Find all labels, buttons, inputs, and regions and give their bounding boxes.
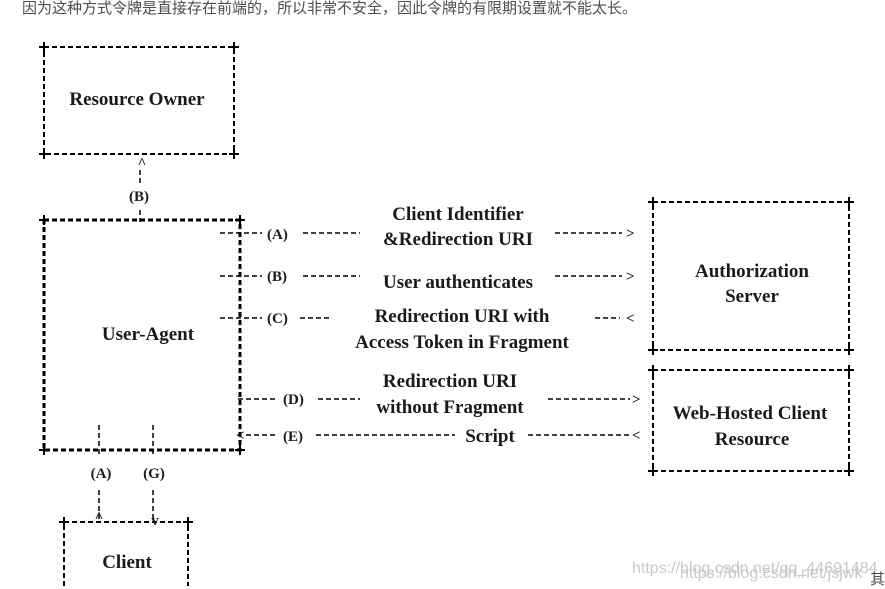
flow-a: (A) Client Identifier &Redirection URI > bbox=[220, 204, 635, 250]
svg-text:Redirection URI: Redirection URI bbox=[383, 371, 517, 392]
svg-text:Access Token in Fragment: Access Token in Fragment bbox=[355, 332, 569, 353]
flow-e: < (E) Script < bbox=[236, 426, 641, 447]
watermark-2: https://blog.csdn.net/jsjwk bbox=[680, 565, 863, 582]
svg-text:>: > bbox=[626, 269, 635, 285]
svg-text:(A): (A) bbox=[267, 227, 288, 243]
svg-text:Client Identifier: Client Identifier bbox=[392, 204, 524, 225]
svg-text:without Fragment: without Fragment bbox=[376, 397, 524, 418]
svg-text:>: > bbox=[626, 226, 635, 242]
svg-text:(D): (D) bbox=[283, 392, 304, 408]
step-g-bottom: (G) bbox=[143, 466, 165, 482]
auth-server-label-1: Authorization bbox=[695, 261, 809, 282]
resource-owner-box: Resource Owner bbox=[43, 46, 235, 155]
client-box: Client bbox=[63, 521, 189, 586]
svg-text:<: < bbox=[626, 311, 635, 327]
user-agent-box: User-Agent bbox=[42, 218, 242, 452]
flow-c: (C) Redirection URI with Access Token in… bbox=[220, 306, 635, 353]
web-hosted-label-1: Web-Hosted Client bbox=[673, 403, 828, 424]
svg-text:^: ^ bbox=[138, 156, 147, 172]
svg-text:<: < bbox=[236, 428, 245, 444]
flow-d: (D) Redirection URI without Fragment > bbox=[238, 371, 641, 418]
svg-text:(B): (B) bbox=[267, 269, 287, 285]
svg-text:Redirection URI with: Redirection URI with bbox=[375, 306, 550, 327]
svg-text:^: ^ bbox=[95, 510, 104, 526]
auth-server-label-2: Server bbox=[725, 286, 779, 307]
resource-owner-label: Resource Owner bbox=[69, 89, 205, 110]
web-hosted-client-resource-box: Web-Hosted Client Resource bbox=[652, 369, 850, 472]
oauth-implicit-flow-diagram: Resource Owner ^ (B) User-Agent Authoriz… bbox=[39, 42, 878, 586]
user-agent-label: User-Agent bbox=[102, 324, 195, 345]
svg-text:>: > bbox=[632, 392, 641, 408]
svg-text:<: < bbox=[632, 428, 641, 444]
svg-text:(C): (C) bbox=[267, 311, 288, 327]
flow-b: (B) User authenticates > bbox=[220, 269, 635, 293]
step-b-top: (B) bbox=[129, 189, 149, 205]
svg-text:&Redirection URI: &Redirection URI bbox=[383, 229, 533, 250]
web-hosted-label-2: Resource bbox=[715, 429, 790, 450]
step-a-bottom: (A) bbox=[91, 466, 112, 482]
svg-text:v: v bbox=[151, 513, 159, 529]
client-label: Client bbox=[102, 552, 152, 573]
authorization-server-box: Authorization Server bbox=[652, 201, 850, 351]
svg-text:Script: Script bbox=[465, 426, 515, 447]
svg-text:(E): (E) bbox=[283, 429, 303, 445]
svg-text:User authenticates: User authenticates bbox=[383, 272, 533, 293]
